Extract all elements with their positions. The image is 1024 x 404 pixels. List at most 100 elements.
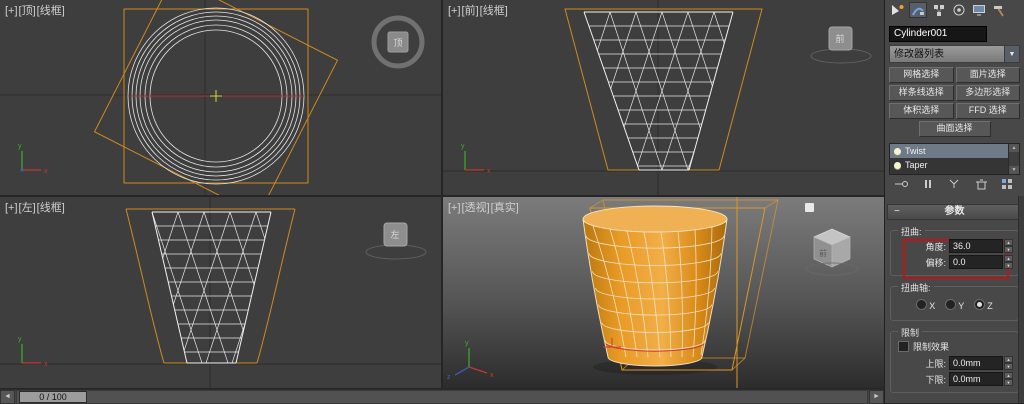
viewport-shading-label[interactable]: [线框] [37, 202, 65, 214]
show-end-result-icon[interactable] [920, 177, 937, 196]
pin-stack-icon[interactable] [893, 177, 910, 196]
svg-text:左: 左 [390, 229, 399, 240]
spinner-up-icon: ▲ [1004, 372, 1013, 379]
axis-y-label: Y [958, 301, 965, 311]
stack-toolbar [885, 175, 1024, 196]
selection-modifier-buttons: 网格选择 面片选择 样条线选择 多边形选择 体积选择 FFD 选择 曲面选择 [889, 67, 1020, 137]
timeline-prev-arrow-icon[interactable]: ◄ [0, 390, 15, 404]
perspective-canvas: 前 x y z [443, 197, 884, 388]
surface-select-button[interactable]: 曲面选择 [918, 121, 991, 137]
bias-field[interactable]: 0.0 [949, 255, 1003, 269]
object-name-field[interactable]: Cylinder001 [889, 26, 987, 42]
svg-text:x: x [44, 361, 48, 368]
scroll-down-arrow-icon[interactable]: ▼ [1009, 166, 1019, 174]
viewport-front[interactable]: [+][前][线框] 前 x y [443, 0, 884, 195]
viewport-pov-label[interactable]: [透视] [462, 202, 490, 214]
svg-text:y: y [461, 143, 465, 150]
remove-modifier-icon[interactable] [973, 177, 990, 196]
viewport-menu-plus[interactable]: [+] [5, 202, 18, 214]
viewport-perspective-label[interactable]: [+][透视][真实] [448, 199, 520, 215]
modify-tab-icon[interactable] [909, 2, 927, 18]
viewport-shading-label[interactable]: [线框] [37, 5, 65, 17]
svg-text:y: y [465, 340, 469, 347]
viewport-shading-label[interactable]: [真实] [491, 202, 519, 214]
adaptive-degradation-icon [805, 203, 814, 212]
modifier-enabled-bulb-icon[interactable] [894, 147, 901, 155]
lower-limit-spinner[interactable]: ▲ ▼ [1004, 372, 1013, 386]
angle-spinner[interactable]: ▲ ▼ [1004, 239, 1013, 253]
viewport-menu-plus[interactable]: [+] [448, 202, 461, 214]
poly-select-button[interactable]: 多边形选择 [955, 85, 1020, 101]
spinner-up-icon: ▲ [1004, 255, 1013, 262]
motion-tab-icon[interactable] [951, 3, 967, 17]
3dsmax-window: { "viewports": { "top": {"plus":"[+]","v… [0, 0, 1024, 404]
make-unique-icon[interactable] [946, 177, 963, 196]
timeline-next-arrow-icon[interactable]: ► [869, 390, 884, 404]
utilities-tab-icon[interactable] [991, 3, 1007, 17]
spinner-down-icon: ▼ [1004, 246, 1013, 253]
mesh-select-button[interactable]: 网格选择 [889, 67, 954, 83]
twist-group-label: 扭曲: [898, 225, 925, 238]
scroll-up-arrow-icon[interactable]: ▲ [1009, 144, 1019, 152]
viewport-left-label[interactable]: [+][左][线框] [5, 199, 66, 215]
configure-modifier-sets-icon[interactable] [999, 177, 1016, 196]
viewport-pov-label[interactable]: [顶] [19, 5, 36, 17]
ffd-select-button[interactable]: FFD 选择 [955, 103, 1020, 119]
shaded-cylinder [582, 205, 728, 367]
upper-limit-field[interactable]: 0.0mm [949, 356, 1003, 370]
patch-select-button[interactable]: 面片选择 [955, 67, 1020, 83]
svg-text:前: 前 [819, 248, 827, 258]
svg-text:x: x [44, 168, 48, 175]
chevron-down-icon[interactable]: ▼ [1004, 46, 1019, 62]
time-slider-handle[interactable]: 0 / 100 [19, 391, 87, 403]
viewport-left[interactable]: [+][左][线框] 左 x y [0, 197, 441, 388]
lower-limit-field[interactable]: 0.0mm [949, 372, 1003, 386]
modifier-name: Taper [905, 160, 928, 170]
twist-axis-group-label: 扭曲轴: [898, 281, 934, 294]
lower-limit-label: 下限: [925, 374, 946, 385]
modifier-list-label: 修改器列表 [894, 48, 944, 60]
create-tab-icon[interactable] [889, 3, 905, 17]
viewport-menu-plus[interactable]: [+] [5, 5, 18, 17]
collapse-minus-icon: − [894, 206, 900, 217]
viewport-perspective[interactable]: [+][透视][真实] 前 x y z [443, 197, 884, 388]
modifier-stack-item-twist[interactable]: Twist [890, 144, 1009, 158]
viewport-top-label[interactable]: [+][顶][线框] [5, 2, 66, 18]
upper-limit-spinner[interactable]: ▲ ▼ [1004, 356, 1013, 370]
viewport-pov-label[interactable]: [前] [462, 5, 479, 17]
spinner-down-icon: ▼ [1004, 379, 1013, 386]
viewport-pov-label[interactable]: [左] [19, 202, 36, 214]
svg-text:y: y [18, 336, 22, 343]
angle-field[interactable]: 36.0 [949, 239, 1003, 253]
viewport-top[interactable]: [+][顶][线框] 顶 x y [0, 0, 441, 195]
viewport-shading-label[interactable]: [线框] [480, 5, 508, 17]
modifier-stack-item-taper[interactable]: Taper [890, 158, 1009, 172]
twist-group: 扭曲: 角度: 36.0 ▲ ▼ 偏移: 0.0 ▲ ▼ [890, 225, 1019, 279]
viewport-front-label[interactable]: [+][前][线框] [448, 2, 509, 18]
spline-select-button[interactable]: 样条线选择 [889, 85, 954, 101]
axis-x-radio[interactable] [916, 299, 928, 310]
parameters-rollout-header[interactable]: − 参数 [887, 204, 1022, 220]
limit-effect-checkbox[interactable] [898, 341, 909, 352]
display-tab-icon[interactable] [971, 3, 987, 17]
bias-spinner[interactable]: ▲ ▼ [1004, 255, 1013, 269]
modifier-list-dropdown[interactable]: 修改器列表 ▼ [889, 45, 1020, 63]
bias-label: 偏移: [925, 257, 946, 268]
limits-group-label: 限制 [898, 326, 923, 339]
panel-scrollbar[interactable] [1018, 196, 1024, 403]
vol-select-button[interactable]: 体积选择 [889, 103, 954, 119]
timeline-track[interactable]: 0 / 100 [16, 390, 868, 404]
modifier-enabled-bulb-icon[interactable] [894, 161, 901, 169]
command-panel: Cylinder001 修改器列表 ▼ 网格选择 面片选择 样条线选择 多边形选… [884, 0, 1024, 403]
twist-axis-group: 扭曲轴: X Y Z [890, 281, 1019, 321]
svg-text:顶: 顶 [393, 38, 402, 48]
stack-scrollbar[interactable]: ▲ ▼ [1008, 144, 1019, 174]
viewport-menu-plus[interactable]: [+] [448, 5, 461, 17]
spinner-up-icon: ▲ [1004, 239, 1013, 246]
track-bar: ◄ 0 / 100 ► [0, 389, 884, 404]
hierarchy-tab-icon[interactable] [931, 3, 947, 17]
spinner-up-icon: ▲ [1004, 356, 1013, 363]
axis-y-radio[interactable] [945, 299, 957, 310]
axis-z-radio[interactable] [974, 299, 986, 310]
limits-group: 限制 限制效果 上限: 0.0mm ▲ ▼ 下限: 0.0mm ▲ ▼ [890, 326, 1019, 393]
